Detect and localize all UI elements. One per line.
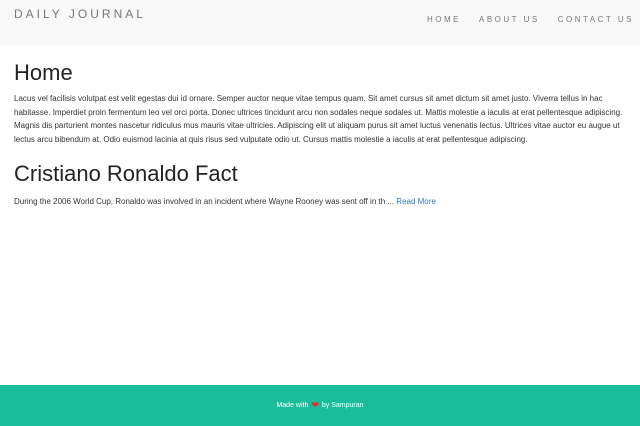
nav-link-contact-us[interactable]: CONTACT US [558,15,634,24]
nav-item-about-us: ABOUT US [479,9,540,27]
main-content: Home Lacus vel facilisis volutpat est ve… [14,58,628,208]
home-body-text: Lacus vel facilisis volutpat est velit e… [14,94,623,144]
nav-link-home[interactable]: HOME [427,15,461,24]
post-excerpt-text: During the 2006 World Cup, Ronaldo was i… [14,197,397,206]
nav-links: HOME ABOUT US CONTACT US [427,9,634,27]
navbar: DAILY JOURNAL HOME ABOUT US CONTACT US [0,0,640,46]
heart-icon: ❤ [311,400,319,410]
post-title: Cristiano Ronaldo Fact [14,161,238,186]
footer-suffix: by Sampuran [321,402,364,409]
page-title: Home [14,60,73,85]
nav-link-about-us[interactable]: ABOUT US [479,15,540,24]
footer: Made with ❤ by Sampuran [0,385,640,426]
brand-link[interactable]: DAILY JOURNAL [14,7,146,21]
footer-prefix: Made with [276,402,309,409]
read-more-link[interactable]: Read More [396,197,436,206]
post-excerpt: During the 2006 World Cup, Ronaldo was i… [14,195,628,208]
page: DAILY JOURNAL HOME ABOUT US CONTACT US H… [0,0,640,426]
nav-item-home: HOME [427,9,461,27]
nav-item-contact-us: CONTACT US [558,9,634,27]
